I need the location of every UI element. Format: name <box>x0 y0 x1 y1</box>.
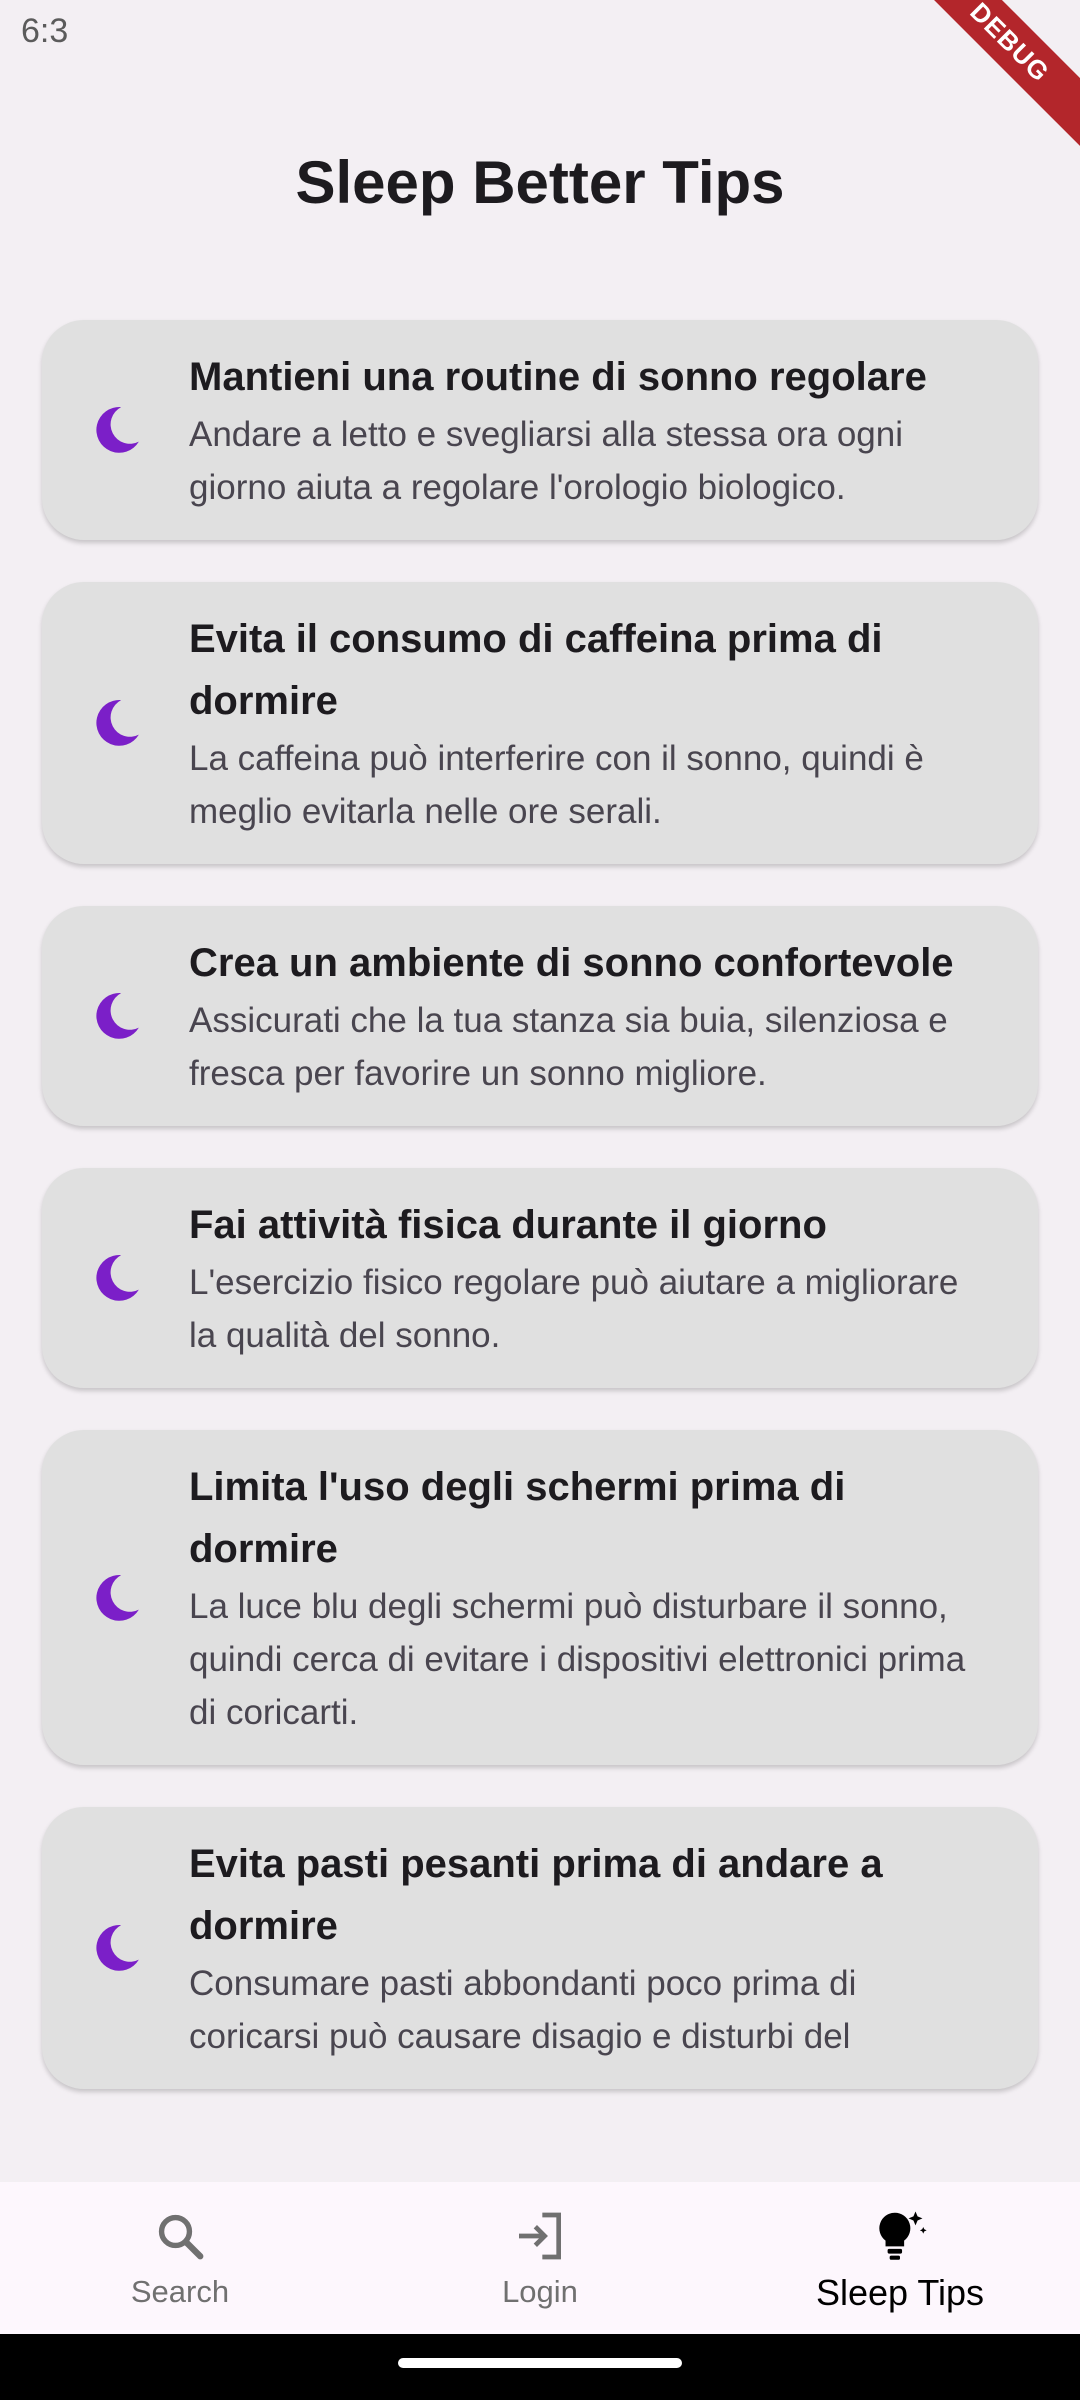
tip-title: Fai attività fisica durante il giorno <box>189 1203 827 1247</box>
tip-text: Limita l'uso degli schermi prima di dorm… <box>189 1456 978 1739</box>
moon-icon <box>42 1570 189 1626</box>
tip-title: Limita l'uso degli schermi prima di dorm… <box>189 1465 846 1571</box>
tip-description: La caffeina può interferire con il sonno… <box>189 739 924 831</box>
tip-title: Evita pasti pesanti prima di andare a do… <box>189 1842 883 1948</box>
nav-item-search[interactable]: Search <box>0 2182 360 2334</box>
tip-card[interactable]: Evita il consumo di caffeina prima di do… <box>42 582 1038 864</box>
tip-text: Fai attività fisica durante il giorno L'… <box>189 1194 978 1362</box>
lightbulb-icon <box>869 2206 931 2266</box>
login-icon <box>512 2206 568 2266</box>
tip-card[interactable]: Fai attività fisica durante il giorno L'… <box>42 1168 1038 1388</box>
moon-icon <box>42 695 189 751</box>
tip-description: Consumare pasti abbondanti poco prima di… <box>189 1964 857 2056</box>
tip-title: Crea un ambiente di sonno confortevole <box>189 941 954 985</box>
tip-description: La luce blu degli schermi può disturbare… <box>189 1587 966 1732</box>
tip-text: Crea un ambiente di sonno confortevole A… <box>189 932 978 1100</box>
nav-item-sleep-tips[interactable]: Sleep Tips <box>720 2182 1080 2334</box>
tip-card[interactable]: Crea un ambiente di sonno confortevole A… <box>42 906 1038 1126</box>
search-icon <box>153 2206 207 2266</box>
bottom-navigation-bar: Search Login Sleep Tips <box>0 2182 1080 2334</box>
debug-banner: DEBUG <box>901 0 1080 151</box>
nav-label: Search <box>130 2274 230 2309</box>
nav-item-login[interactable]: Login <box>360 2182 720 2334</box>
tip-text: Mantieni una routine di sonno regolare A… <box>189 346 978 514</box>
tips-list-viewport[interactable]: Mantieni una routine di sonno regolare A… <box>0 300 1080 2142</box>
status-bar-time: 6:3 <box>21 12 69 50</box>
moon-icon <box>42 988 189 1044</box>
tip-card[interactable]: Evita pasti pesanti prima di andare a do… <box>42 1807 1038 2089</box>
tips-list: Mantieni una routine di sonno regolare A… <box>42 320 1038 2131</box>
tip-description: Assicurati che la tua stanza sia buia, s… <box>189 1001 948 1093</box>
page-title: Sleep Better Tips <box>295 149 785 216</box>
home-indicator[interactable] <box>398 2358 682 2368</box>
tip-text: Evita il consumo di caffeina prima di do… <box>189 608 978 838</box>
moon-icon <box>42 1250 189 1306</box>
nav-label: Sleep Tips <box>815 2272 985 2313</box>
tip-title: Mantieni una routine di sonno regolare <box>189 355 927 399</box>
tip-description: Andare a letto e svegliarsi alla stessa … <box>189 415 904 507</box>
moon-icon <box>42 1920 189 1976</box>
tip-title: Evita il consumo di caffeina prima di do… <box>189 617 883 723</box>
nav-label: Login <box>502 2274 578 2309</box>
tip-card[interactable]: Limita l'uso degli schermi prima di dorm… <box>42 1430 1038 1765</box>
tip-description: L'esercizio fisico regolare può aiutare … <box>189 1263 959 1355</box>
moon-icon <box>42 402 189 458</box>
tip-text: Evita pasti pesanti prima di andare a do… <box>189 1833 978 2063</box>
tip-card[interactable]: Mantieni una routine di sonno regolare A… <box>42 320 1038 540</box>
